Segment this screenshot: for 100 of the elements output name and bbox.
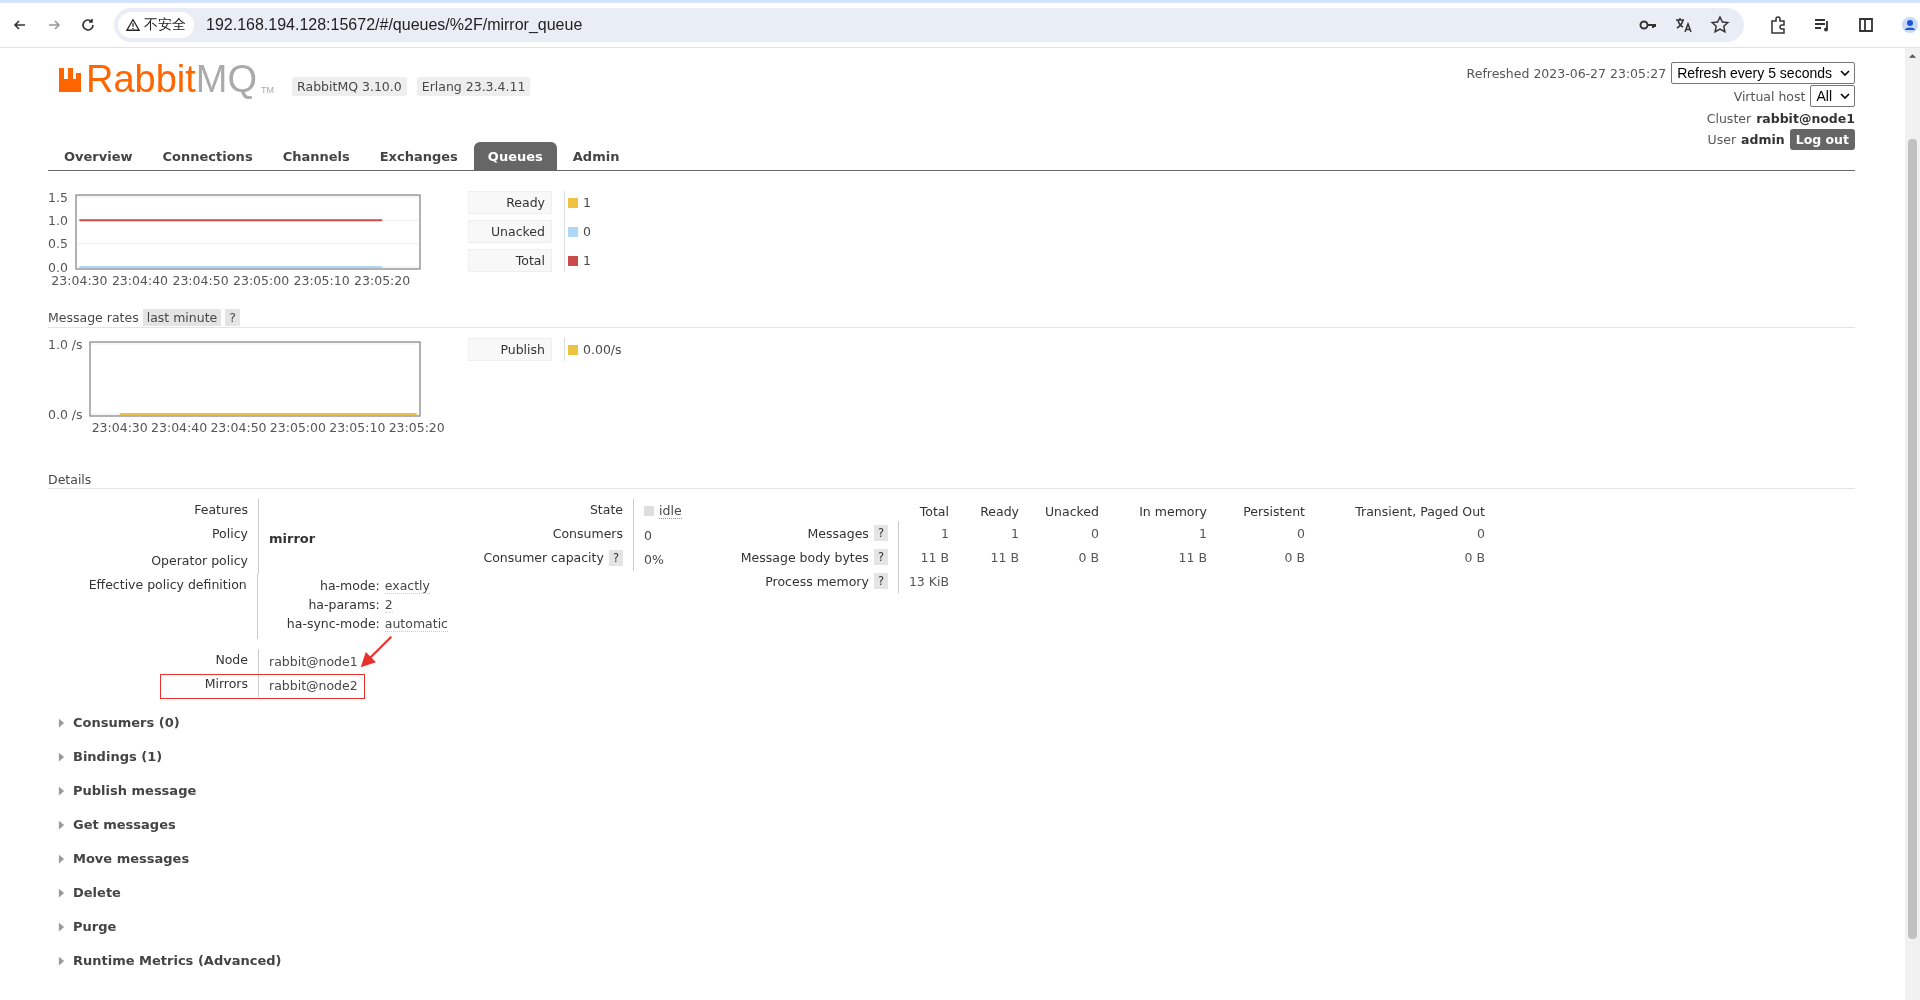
annotation-arrow: [359, 635, 393, 669]
user-label: User: [1707, 132, 1737, 147]
help-button[interactable]: ?: [608, 550, 623, 566]
table-cell-text: 11 B: [1177, 549, 1207, 565]
definition-key: ha-sync-mode:: [267, 616, 380, 632]
row-label: Message body bytes: [740, 549, 869, 565]
help-button[interactable]: ?: [873, 573, 888, 589]
scroll-up-icon[interactable]: [1908, 53, 1917, 59]
collapsible-section[interactable]: Consumers (0): [58, 715, 180, 730]
address-bar[interactable]: 不安全 192.168.194.128:15672/#/queues/%2F/mirror_queue: [114, 8, 1744, 42]
x-tick-label: 23:05:20: [354, 273, 411, 288]
legend-label: Unacked: [468, 220, 552, 243]
table-cell-text: 0 B: [1077, 549, 1099, 565]
field-value: 0: [644, 527, 652, 543]
table-cell-text: 0: [1090, 525, 1099, 541]
collapsible-section[interactable]: Publish message: [58, 783, 197, 798]
x-tick-label: 23:04:50: [172, 273, 229, 288]
caret-icon: [58, 819, 65, 830]
legend-label: Total: [468, 249, 552, 272]
profile-icon[interactable]: [1900, 15, 1920, 35]
security-chip[interactable]: 不安全: [118, 12, 194, 38]
x-tick-label: 23:04:50: [210, 420, 267, 435]
table-cell-text: 11 B: [989, 549, 1019, 565]
x-tick-label: 23:04:40: [151, 420, 208, 435]
help-button[interactable]: ?: [873, 549, 888, 565]
y-tick-label: 0.5: [48, 236, 68, 252]
definition-key: ha-params:: [267, 597, 380, 613]
row-label: Process memory: [765, 573, 869, 589]
caret-icon: [58, 751, 65, 762]
definition-key: ha-mode:: [267, 578, 380, 594]
field-label: Operator policy: [151, 553, 248, 568]
logout-button[interactable]: Log out: [1789, 129, 1855, 150]
column-header: Transient, Paged Out: [1354, 503, 1485, 519]
collapsible-section[interactable]: Delete: [58, 885, 121, 900]
y-tick-label: 1.0 /s: [48, 336, 83, 352]
caret-icon: [58, 921, 65, 932]
column-header: Total: [918, 503, 949, 519]
nav-tab[interactable]: Admin: [558, 142, 634, 170]
caret-icon: [58, 955, 65, 966]
field-value: rabbit@node1: [269, 653, 358, 669]
definition-value: 2: [384, 597, 393, 613]
url-text: 192.168.194.128:15672/#/queues/%2F/mirror_queue: [206, 16, 584, 34]
field-label: Consumer capacity: [483, 550, 604, 565]
x-tick-label: 23:05:20: [388, 420, 445, 435]
legend-value: 0.00/s: [583, 342, 622, 357]
scrollbar[interactable]: [1905, 48, 1920, 1000]
nav-tab[interactable]: Connections: [148, 142, 267, 170]
help-button[interactable]: ?: [873, 525, 888, 541]
table-cell-text: 13 KiB: [907, 573, 949, 589]
sidebar-icon[interactable]: [1856, 15, 1876, 35]
virtual-host-select[interactable]: All: [1810, 85, 1855, 107]
caret-icon: [58, 785, 65, 796]
translate-icon[interactable]: [1674, 15, 1694, 35]
warning-icon: [126, 18, 140, 32]
column-header: Unacked: [1043, 503, 1099, 519]
version-badge: Erlang 23.3.4.11: [416, 77, 531, 96]
refresh-select[interactable]: Refresh every 5 seconds: [1671, 62, 1855, 84]
reload-icon[interactable]: [80, 17, 96, 33]
extensions-icon[interactable]: [1768, 15, 1788, 35]
column-header: In memory: [1138, 503, 1207, 519]
section-title: Details: [48, 472, 92, 487]
collapsible-section[interactable]: Bindings (1): [58, 749, 163, 764]
definition-value: exactly: [384, 578, 430, 594]
star-icon[interactable]: [1710, 15, 1730, 35]
cluster-name: rabbit@node1: [1756, 110, 1855, 126]
collapsible-section[interactable]: Runtime Metrics (Advanced): [58, 953, 282, 968]
y-tick-label: 0.0: [48, 259, 68, 275]
range-selector[interactable]: last minute: [142, 309, 222, 326]
nav-tab[interactable]: Channels: [268, 142, 364, 170]
version-badge: RabbitMQ 3.10.0: [292, 77, 407, 96]
nav-tab[interactable]: Exchanges: [365, 142, 472, 170]
table-cell-text: 1: [940, 525, 949, 541]
column-header: Ready: [979, 503, 1019, 519]
chevron-icon: [1840, 70, 1850, 76]
x-tick-label: 23:05:00: [269, 420, 326, 435]
caret-icon: [58, 717, 65, 728]
collapsible-section[interactable]: Purge: [58, 919, 117, 934]
field-label: Policy: [212, 526, 248, 541]
field-label: State: [589, 502, 623, 517]
x-tick-label: 23:05:10: [293, 273, 350, 288]
help-button[interactable]: ?: [225, 309, 240, 326]
field-label: Effective policy definition: [88, 577, 247, 592]
nav-tab[interactable]: Queues: [473, 142, 557, 170]
table-cell-text: 0: [1296, 525, 1305, 541]
field-value: 0%: [644, 551, 664, 567]
y-tick-label: 1.0: [48, 212, 68, 228]
legend-value: 1: [583, 253, 591, 268]
legend-value: 0: [583, 224, 591, 239]
nav-tab[interactable]: Overview: [52, 142, 147, 170]
definition-value: automatic: [384, 616, 448, 632]
x-tick-label: 23:04:30: [51, 273, 108, 288]
field-label: Consumers: [552, 526, 623, 541]
refreshed-text: Refreshed 2023-06-27 23:05:27: [1466, 65, 1667, 81]
chevron-icon: [1840, 93, 1850, 99]
collapsible-section[interactable]: Get messages: [58, 817, 176, 832]
x-tick-label: 23:05:10: [329, 420, 386, 435]
table-cell-text: 0: [1476, 525, 1485, 541]
collapsible-section[interactable]: Move messages: [58, 851, 190, 866]
column-header: Persistent: [1242, 503, 1305, 519]
x-tick-label: 23:04:40: [111, 273, 169, 288]
